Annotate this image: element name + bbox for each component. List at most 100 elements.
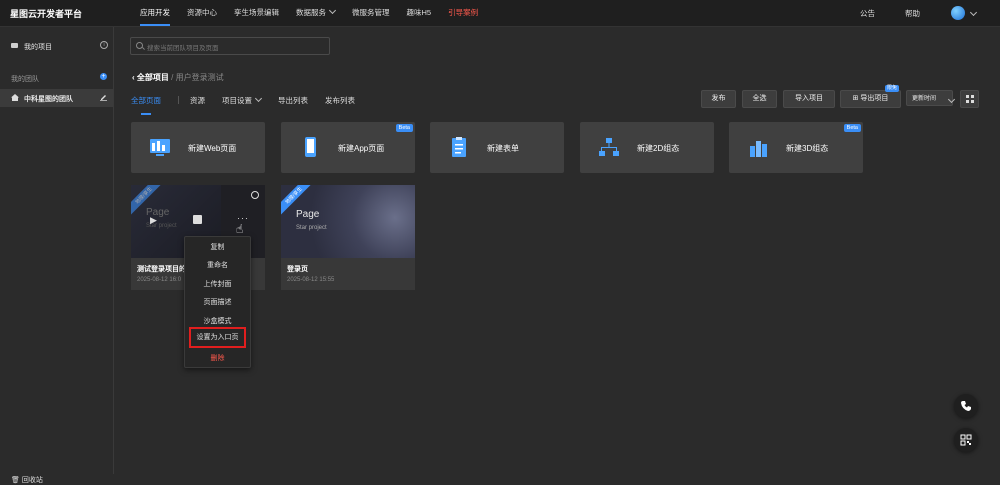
new-card-label: 新建表单 (487, 144, 519, 153)
menu-item-sandbox-mode[interactable]: 沙盒模式 (185, 316, 250, 326)
page-tabs: 全部页面 资源 项目设置 导出列表 发布列表 (131, 94, 372, 115)
trash-icon: 🗑 (11, 477, 20, 484)
phone-icon (961, 401, 971, 411)
3d-chart-icon (750, 141, 767, 157)
free-badge: 限免 (885, 85, 900, 92)
qr-code-icon (960, 434, 972, 446)
beta-badge: Beta (843, 124, 861, 132)
search-input[interactable]: 搜索当前团队项目及页面 (130, 37, 330, 55)
nav-fun-h5[interactable]: 趣味H5 (407, 0, 432, 26)
new-card-label: 新建2D组态 (637, 144, 680, 153)
breadcrumb-current: 用户登录测试 (175, 73, 224, 82)
sidebar-item-label: 我的项目 (24, 44, 52, 51)
new-card-label: 新建Web页面 (188, 144, 237, 153)
sidebar-item-label: 中科星图的团队 (24, 96, 73, 103)
tab-project-settings-label: 项目设置 (222, 96, 252, 105)
nav-data-service[interactable]: 数据服务 (296, 0, 337, 26)
tab-resources[interactable]: 资源 (190, 95, 205, 113)
sidebar-item-my-projects[interactable]: 我的项目 i (0, 37, 113, 55)
new-2d-config-card[interactable]: 新建2D组态 (580, 122, 714, 173)
help-link[interactable]: 帮助 (905, 8, 920, 19)
nav-data-service-label: 数据服务 (296, 8, 326, 17)
avatar[interactable] (951, 6, 965, 20)
announcement-link[interactable]: 公告 (860, 8, 875, 19)
form-icon (452, 137, 466, 157)
chevron-down-icon (254, 94, 263, 103)
new-card-label: 新建App页面 (338, 144, 385, 153)
nav-app-dev[interactable]: 应用开发 (140, 0, 170, 26)
qr-code-button[interactable] (954, 428, 978, 452)
menu-item-set-entry-page[interactable]: 设置为入口页 (189, 327, 246, 348)
edit-icon[interactable] (100, 94, 107, 101)
new-card-label: 新建3D组态 (786, 144, 829, 153)
cursor-hand-icon: ☝ (236, 222, 244, 236)
top-bar: 星图云开发者平台 应用开发 资源中心 孪生场景编辑 数据服务 微服务管理 趣味H… (0, 0, 1000, 27)
sidebar-section-label: 我的团队 (11, 76, 39, 83)
search-placeholder: 搜索当前团队项目及页面 (147, 45, 219, 52)
new-web-page-card[interactable]: 新建Web页面 (131, 122, 265, 173)
select-checkbox[interactable] (251, 191, 259, 199)
nav-twin-scene-editor[interactable]: 孪生场景编辑 (234, 0, 279, 26)
select-all-button[interactable]: 全选 (742, 90, 777, 108)
breadcrumb-separator: / (171, 73, 174, 82)
context-menu: 复制 重命名 上传封面 页面描述 沙盒模式 设置为入口页 删除 (184, 236, 251, 368)
app-title[interactable]: 星图云开发者平台 (10, 7, 82, 20)
breadcrumb: ‹ 全部项目 / 用户登录测试 (132, 72, 224, 83)
new-form-card[interactable]: 新建表单 (430, 122, 564, 173)
menu-item-page-description[interactable]: 页面描述 (185, 297, 250, 307)
play-icon[interactable]: ▶ (150, 215, 157, 226)
menu-item-rename[interactable]: 重命名 (185, 260, 250, 270)
sidebar-item-team[interactable]: 中科星图的团队 (0, 89, 113, 107)
mobile-icon (305, 137, 316, 157)
project-card[interactable]: 地理/孪生 Page Star project 登录页 2025-08-12 1… (281, 185, 415, 290)
nav-guide-cases[interactable]: 引导案例 (448, 0, 478, 26)
thumbnail-subtitle: Star project (296, 225, 327, 231)
project-time: 2025-08-12 15:55 (287, 277, 335, 283)
chevron-down-icon (328, 6, 337, 15)
sidebar: 我的项目 i 我的团队 + 中科星图的团队 🗑 回收站 (0, 27, 114, 484)
tab-all-pages[interactable]: 全部页面 (131, 95, 161, 115)
sort-select[interactable]: 更新时间 (906, 90, 956, 106)
back-link[interactable]: ‹ 全部项目 (132, 73, 169, 82)
menu-item-upload-cover[interactable]: 上传封面 (185, 279, 250, 289)
new-app-page-card[interactable]: 新建App页面 Beta (281, 122, 415, 173)
nav-resource-center[interactable]: 资源中心 (187, 0, 217, 26)
publish-button[interactable]: 发布 (701, 90, 736, 108)
nav-microservice[interactable]: 微服务管理 (352, 0, 390, 26)
export-project-button[interactable]: ⊞ 导出项目 (840, 90, 901, 108)
recycle-bin-label: 回收站 (21, 477, 43, 484)
export-project-label: 导出项目 (860, 95, 889, 102)
edit-page-icon[interactable] (193, 215, 202, 224)
grid-icon (965, 95, 974, 103)
import-project-button[interactable]: 导入项目 (783, 90, 835, 108)
grid-view-button[interactable] (960, 90, 979, 108)
info-icon[interactable]: i (100, 41, 108, 49)
beta-badge: Beta (395, 124, 413, 132)
recycle-bin[interactable]: 🗑 回收站 (11, 475, 43, 485)
chevron-down-icon (947, 95, 956, 104)
export-icon: ⊞ (852, 95, 859, 102)
sort-select-value: 更新时间 (912, 96, 937, 102)
tab-project-settings[interactable]: 项目设置 (222, 94, 263, 113)
divider (178, 96, 179, 104)
tab-export-list[interactable]: 导出列表 (278, 95, 308, 113)
project-name[interactable]: 测试登录项目的 (137, 264, 186, 274)
menu-item-delete[interactable]: 删除 (185, 353, 250, 363)
menu-item-copy[interactable]: 复制 (185, 242, 250, 252)
phone-button[interactable] (954, 394, 978, 418)
sidebar-section-my-team: 我的团队 + (0, 69, 113, 87)
home-icon (11, 94, 19, 101)
new-3d-config-card[interactable]: 新建3D组态 Beta (729, 122, 863, 173)
tab-publish-list[interactable]: 发布列表 (325, 95, 355, 113)
top-nav: 应用开发 资源中心 孪生场景编辑 数据服务 微服务管理 趣味H5 引导案例 (140, 0, 495, 26)
search-icon (136, 42, 143, 49)
add-team-icon[interactable]: + (100, 73, 107, 80)
project-name[interactable]: 登录页 (287, 264, 308, 274)
project-thumbnail[interactable]: 地理/孪生 Page Star project (281, 185, 415, 258)
breadcrumb-root: 全部项目 (136, 73, 169, 82)
chevron-down-icon[interactable] (969, 8, 978, 17)
thumbnail-title: Page (296, 209, 320, 220)
folder-icon (11, 43, 18, 48)
web-page-icon (150, 139, 170, 156)
project-time: 2025-08-12 16:0 (137, 277, 182, 283)
